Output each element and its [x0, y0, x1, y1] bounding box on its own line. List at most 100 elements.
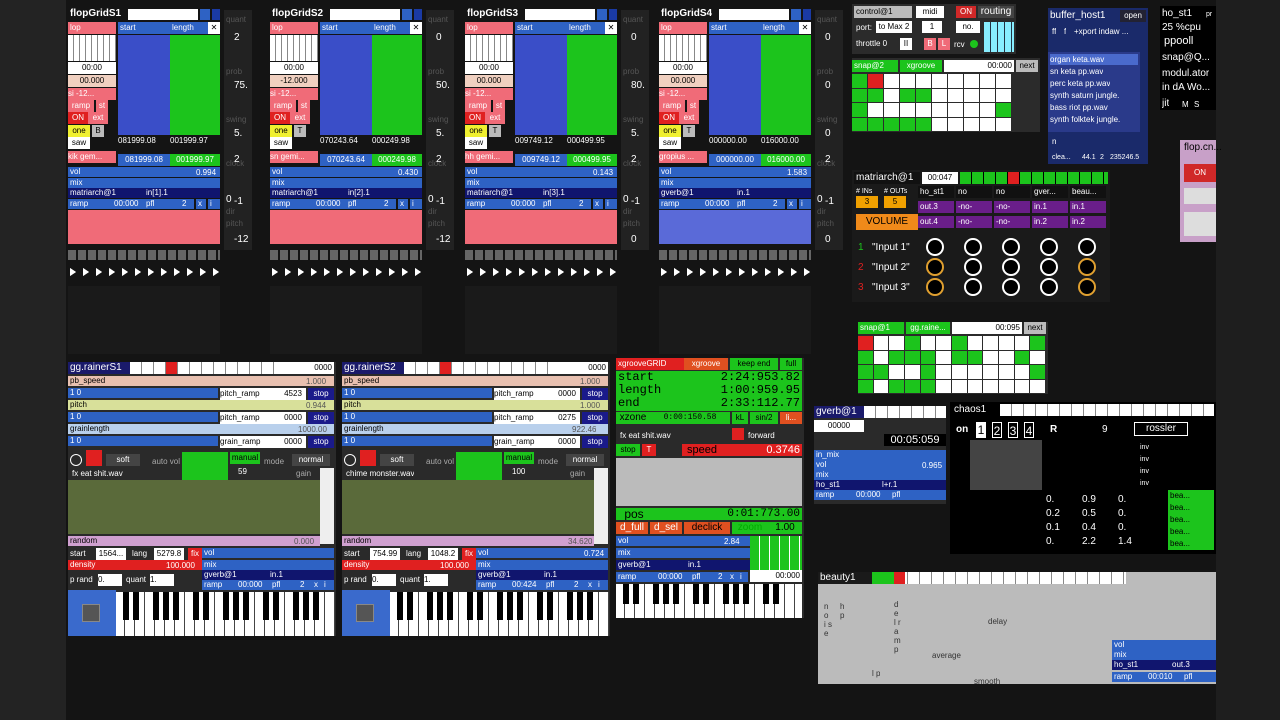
- rainer-keyboard[interactable]: [116, 592, 335, 636]
- flopgrid-title-field[interactable]: [525, 9, 595, 20]
- rainer-x[interactable]: x: [586, 580, 596, 590]
- snap-cell[interactable]: [996, 117, 1011, 131]
- matriarch-route-cell[interactable]: in.2: [1070, 216, 1106, 228]
- length-slider[interactable]: [170, 35, 220, 135]
- pitch-ramp-row[interactable]: 1 0: [342, 388, 492, 398]
- ins-select[interactable]: 3: [856, 196, 878, 208]
- sample-name[interactable]: gropius ...: [659, 151, 707, 163]
- full-button[interactable]: full: [780, 358, 802, 370]
- piano-key-black[interactable]: [517, 592, 523, 620]
- st-button[interactable]: st: [493, 100, 505, 112]
- buffer-file-item[interactable]: synth folktek jungle.: [1050, 114, 1120, 125]
- pitch-ramp-label[interactable]: pitch_ramp: [220, 388, 280, 400]
- flopgrid-f-toggle[interactable]: [803, 9, 811, 20]
- rainer-title[interactable]: gg.rainerS2: [342, 362, 404, 374]
- start-tab[interactable]: start: [515, 22, 567, 34]
- rainer-ramp-time[interactable]: 00:000: [236, 580, 270, 590]
- rainer-ramp[interactable]: ramp: [202, 580, 236, 590]
- play-triangle-icon[interactable]: [298, 268, 304, 276]
- si-field[interactable]: si -12...: [68, 88, 116, 100]
- pad-row[interactable]: [659, 250, 811, 260]
- snap-cell[interactable]: [983, 350, 998, 364]
- channel-field[interactable]: 2: [771, 199, 785, 209]
- play-triangle-icon[interactable]: [545, 268, 551, 276]
- flopgrid-time[interactable]: 00:00: [659, 62, 707, 74]
- snap-cell[interactable]: [873, 379, 889, 393]
- xzone-value[interactable]: 0:00:150.58: [650, 412, 730, 424]
- start-slider[interactable]: [118, 35, 170, 135]
- si-field[interactable]: si -12...: [659, 88, 707, 100]
- snap-cell[interactable]: [868, 74, 883, 88]
- ramp-time[interactable]: 00:000: [703, 199, 735, 209]
- piano-key-black[interactable]: [273, 592, 279, 620]
- chaos-value[interactable]: 2.2: [1082, 536, 1096, 547]
- length-tab[interactable]: length: [372, 22, 410, 34]
- pitch-ramp2-label[interactable]: pitch_ramp: [220, 412, 280, 424]
- play-triangle-icon[interactable]: [493, 268, 499, 276]
- beau-route[interactable]: bea...: [1168, 514, 1214, 526]
- st-button[interactable]: st: [687, 100, 699, 112]
- ramp-field[interactable]: ramp: [465, 199, 509, 209]
- xgroove-keyboard[interactable]: [616, 584, 802, 618]
- flopgrid-value[interactable]: 00.000: [659, 75, 707, 87]
- snap-cell[interactable]: [884, 88, 899, 102]
- grainlength-slider[interactable]: grainlength: [342, 424, 608, 434]
- chaos-n4[interactable]: 4: [1024, 422, 1034, 438]
- outs-select[interactable]: 5: [884, 196, 906, 208]
- length-slider[interactable]: [372, 35, 422, 135]
- close-icon[interactable]: ✕: [208, 22, 220, 34]
- flopgrid-grid[interactable]: [270, 35, 318, 61]
- start-tab[interactable]: start: [709, 22, 761, 34]
- inda-label[interactable]: in dA Wo...: [1162, 82, 1210, 93]
- play-triangle-icon[interactable]: [415, 268, 421, 276]
- side-value[interactable]: 75.: [234, 80, 248, 91]
- snap-cell[interactable]: [889, 365, 904, 379]
- record-icon[interactable]: [70, 454, 82, 466]
- length-tab[interactable]: length: [567, 22, 605, 34]
- snap-cell[interactable]: [884, 117, 899, 131]
- play-triangle-icon[interactable]: [213, 268, 219, 276]
- chaos-n2[interactable]: 2: [992, 422, 1002, 438]
- xgroove-waveform[interactable]: [616, 458, 802, 506]
- b-button[interactable]: T: [294, 125, 306, 137]
- i-button[interactable]: i: [799, 199, 811, 209]
- snap-cell[interactable]: [996, 103, 1011, 117]
- gain-knob-icon[interactable]: [926, 278, 944, 296]
- side-value[interactable]: -1: [234, 196, 243, 207]
- flopcn-field[interactable]: [1184, 212, 1216, 236]
- snap-cell[interactable]: [932, 103, 947, 117]
- snap-cell[interactable]: [889, 379, 904, 393]
- xgroove-ramp-time[interactable]: 00:000: [656, 572, 690, 582]
- piano-key-black[interactable]: [703, 584, 709, 604]
- li-button[interactable]: li...: [780, 412, 802, 424]
- side-value[interactable]: 5.: [234, 128, 242, 139]
- play-triangle-icon[interactable]: [122, 268, 128, 276]
- channel-field[interactable]: 2: [577, 199, 591, 209]
- quant-field[interactable]: 1.: [424, 574, 448, 586]
- play-triangle-icon[interactable]: [363, 268, 369, 276]
- gain-knob-icon[interactable]: [1002, 278, 1020, 296]
- s-label[interactable]: S: [1194, 99, 1199, 110]
- beauty-ramp-time[interactable]: 00:010: [1146, 672, 1182, 682]
- matriarch-route-cell[interactable]: gver...: [1032, 186, 1068, 198]
- side-value[interactable]: 0: [817, 194, 823, 205]
- snap-cell[interactable]: [1030, 350, 1045, 364]
- gverb-ramp-time[interactable]: 00:000: [854, 490, 890, 500]
- snap1-next[interactable]: next: [1024, 322, 1046, 334]
- flopgrid-zero-toggle[interactable]: [597, 9, 607, 20]
- pitch-ramp-value[interactable]: 4523: [280, 388, 306, 400]
- start-slider[interactable]: [320, 35, 372, 135]
- b-button[interactable]: B: [924, 38, 936, 50]
- xgroove-ramp[interactable]: ramp: [616, 572, 656, 582]
- snap-cell[interactable]: [980, 74, 995, 88]
- snap-cell[interactable]: [920, 365, 936, 379]
- snap-cell[interactable]: [1030, 336, 1045, 350]
- input-select[interactable]: in.1: [735, 188, 811, 198]
- sample-name[interactable]: kik gem...: [68, 151, 116, 163]
- ramp-field[interactable]: ramp: [68, 199, 112, 209]
- si-field[interactable]: si -12...: [270, 88, 318, 100]
- chaos-value[interactable]: 0.: [1046, 536, 1054, 547]
- chaos-on[interactable]: on: [956, 424, 968, 435]
- fix-button[interactable]: fix: [188, 548, 202, 560]
- play-triangle-icon[interactable]: [778, 268, 784, 276]
